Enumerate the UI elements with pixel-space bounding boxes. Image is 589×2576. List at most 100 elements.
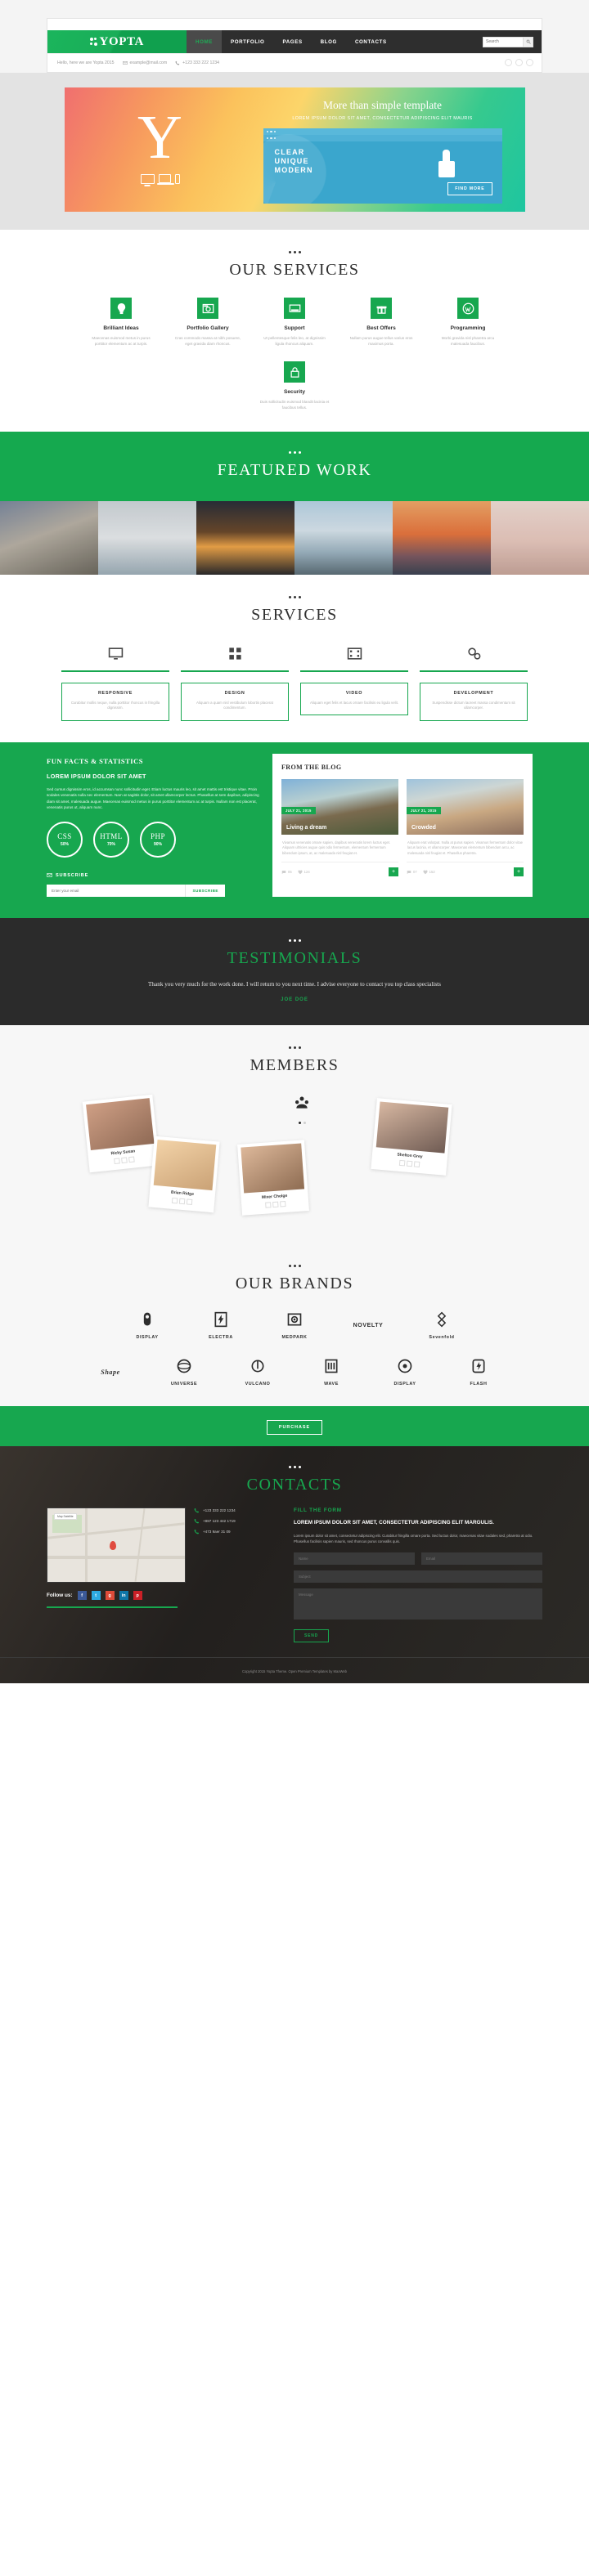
universe-brand-icon <box>177 1360 191 1373</box>
social-twitter-icon[interactable] <box>272 1202 279 1208</box>
message-field[interactable] <box>294 1588 542 1620</box>
members-title: MEMBERS <box>250 1056 339 1075</box>
service-box[interactable]: DESIGN Aliquam a quam nisl vestibulum lo… <box>181 644 289 721</box>
gallery-image-airplane-wing[interactable] <box>98 501 196 575</box>
service-item[interactable]: Best Offers Nullam purus augue tellus va… <box>346 298 416 347</box>
header-region: YOPTA HOME PORTFOLIO PAGES BLOG CONTACTS <box>0 0 589 73</box>
hero-slider[interactable]: Y More than simple template LOREM IPSUM … <box>64 87 525 212</box>
blog-post[interactable]: JULY 21, 2015 Crowded Aliquam erat volut… <box>407 778 524 876</box>
service-item[interactable]: Programming Morbi gravida nisl pharetra … <box>433 298 503 347</box>
service-item[interactable]: Portfolio Gallery Cras commodo massa at … <box>173 298 243 347</box>
brand-item[interactable]: VULCANO <box>232 1358 283 1387</box>
menu-item-portfolio[interactable]: PORTFOLIO <box>222 30 274 53</box>
gallery-image-city-buildings[interactable] <box>0 501 98 575</box>
menu-item-home[interactable]: HOME <box>187 30 222 53</box>
social-twitter-icon[interactable] <box>178 1198 185 1205</box>
wordpress-icon <box>457 298 479 319</box>
menu-item-blog[interactable]: BLOG <box>312 30 346 53</box>
electra-brand-icon <box>214 1312 227 1328</box>
member-card[interactable]: Brian Ridge <box>148 1136 220 1213</box>
social-googleplus-icon[interactable] <box>186 1198 192 1206</box>
social-googleplus-icon[interactable] <box>413 1161 420 1168</box>
hero-find-more-button[interactable]: FIND MORE <box>447 182 492 195</box>
gallery-image-sunset-road[interactable] <box>196 501 294 575</box>
member-card[interactable]: Mixer Cholge <box>237 1140 309 1216</box>
like-count: 124 <box>298 869 310 875</box>
read-more-button[interactable]: + <box>514 867 524 876</box>
brand-item[interactable]: FLASH <box>453 1358 504 1387</box>
service-item[interactable]: Security Duis sollicitudin euismod bland… <box>259 361 330 410</box>
social-twitter-icon[interactable] <box>120 1157 128 1164</box>
subscribe-button[interactable]: SUBSCRIBE <box>185 885 225 898</box>
film-icon <box>300 644 408 662</box>
brand-item[interactable]: Shape <box>85 1369 136 1376</box>
service-box[interactable]: DEVELOPMENT Suspendisse dictum laoreet m… <box>420 644 528 721</box>
phone-line[interactable]: +887 123 442 1719 <box>194 1518 281 1524</box>
gallery-image-flowers[interactable] <box>491 501 589 575</box>
social-pinterest-icon[interactable]: p <box>133 1591 142 1601</box>
social-googleplus-icon[interactable] <box>526 59 533 66</box>
social-googleplus-icon[interactable] <box>128 1156 135 1163</box>
social-facebook-icon[interactable] <box>113 1158 120 1165</box>
map-type-label[interactable]: Map Satellite <box>54 1513 77 1521</box>
blog-post-image[interactable]: JULY 21, 2015 Living a dream <box>281 778 398 835</box>
brand-item[interactable]: ELECTRA <box>196 1311 246 1340</box>
service-item[interactable]: Support Ut pellentesque felis leo, at di… <box>259 298 330 347</box>
social-facebook-icon[interactable] <box>505 59 512 66</box>
brand-item[interactable]: DISPLAY <box>122 1311 173 1340</box>
brand-item[interactable]: Sevenfold <box>416 1311 467 1340</box>
social-facebook-icon[interactable] <box>398 1160 405 1167</box>
brand-item[interactable]: DISPLAY <box>380 1358 430 1387</box>
blog-post[interactable]: JULY 21, 2015 Living a dream Vivamus ven… <box>281 778 398 876</box>
phone-info[interactable]: +123 333 222 1234 <box>175 60 219 65</box>
social-twitter-icon[interactable] <box>515 59 523 66</box>
brand-name: ELECTRA <box>209 1335 233 1341</box>
social-facebook-icon[interactable] <box>171 1198 178 1204</box>
member-photo <box>86 1098 155 1151</box>
gallery-image-lifeguard-tower[interactable] <box>294 501 393 575</box>
social-facebook-icon[interactable]: f <box>77 1591 87 1601</box>
menu-item-pages[interactable]: PAGES <box>273 30 311 53</box>
brand-item[interactable]: WAVE <box>306 1358 357 1387</box>
search-box <box>483 36 533 47</box>
send-button[interactable]: SEND <box>294 1629 330 1643</box>
section-dots <box>0 1046 589 1050</box>
comment-icon <box>407 870 411 874</box>
menu-item-contacts[interactable]: CONTACTS <box>346 30 396 53</box>
social-linkedin-icon[interactable]: in <box>119 1591 128 1601</box>
subscribe-email-input[interactable] <box>47 885 186 898</box>
phone-line[interactable]: +473 9aer 31 09 <box>194 1529 281 1534</box>
search-input[interactable] <box>483 37 523 47</box>
service-box[interactable]: VIDEO Aliquam eget felis et lacus ornare… <box>300 644 408 721</box>
service-item[interactable]: Brilliant Ideas Maecenas euismod metus i… <box>86 298 156 347</box>
blog-post-image[interactable]: JULY 21, 2015 Crowded <box>407 778 524 835</box>
social-twitter-icon[interactable] <box>406 1160 412 1167</box>
social-googleplus-icon[interactable]: g <box>105 1591 115 1601</box>
gallery-image-golden-gate-bridge[interactable] <box>393 501 491 575</box>
email-info[interactable]: example@mail.com <box>122 60 167 65</box>
purchase-button[interactable]: PURCHASE <box>266 1420 323 1436</box>
email-field[interactable] <box>421 1552 542 1566</box>
service-box-desc: Aliquam a quam nisl vestibulum lobortis … <box>196 700 273 710</box>
page-root: YOPTA HOME PORTFOLIO PAGES BLOG CONTACTS <box>0 0 589 1684</box>
read-more-button[interactable]: + <box>389 867 398 876</box>
brand-item[interactable]: UNIVERSE <box>159 1358 209 1387</box>
map[interactable]: Map Satellite <box>47 1508 186 1584</box>
phone-line[interactable]: +123 333 222 1234 <box>194 1508 281 1513</box>
brands-title: OUR BRANDS <box>235 1275 354 1293</box>
social-facebook-icon[interactable] <box>264 1202 272 1209</box>
logo[interactable]: YOPTA <box>47 30 187 53</box>
name-field[interactable] <box>294 1552 415 1566</box>
member-card[interactable]: Ricky Susan <box>82 1095 160 1173</box>
subject-field[interactable] <box>294 1570 542 1584</box>
fun-facts-subheading: LOREM IPSUM DOLOR SIT AMET <box>47 772 146 780</box>
brand-item[interactable]: NOVELTY <box>343 1323 393 1328</box>
member-card[interactable]: Shelton Grey <box>371 1098 452 1176</box>
social-twitter-icon[interactable]: t <box>91 1591 101 1601</box>
phone-icon <box>194 1508 200 1513</box>
search-button[interactable] <box>523 37 533 47</box>
social-googleplus-icon[interactable] <box>279 1201 286 1207</box>
members-carousel-dots[interactable] <box>286 1122 318 1125</box>
brand-item[interactable]: MEDPARK <box>269 1311 320 1340</box>
service-box[interactable]: RESPONSIVE Curabitur mollis neque, nulla… <box>61 644 169 721</box>
